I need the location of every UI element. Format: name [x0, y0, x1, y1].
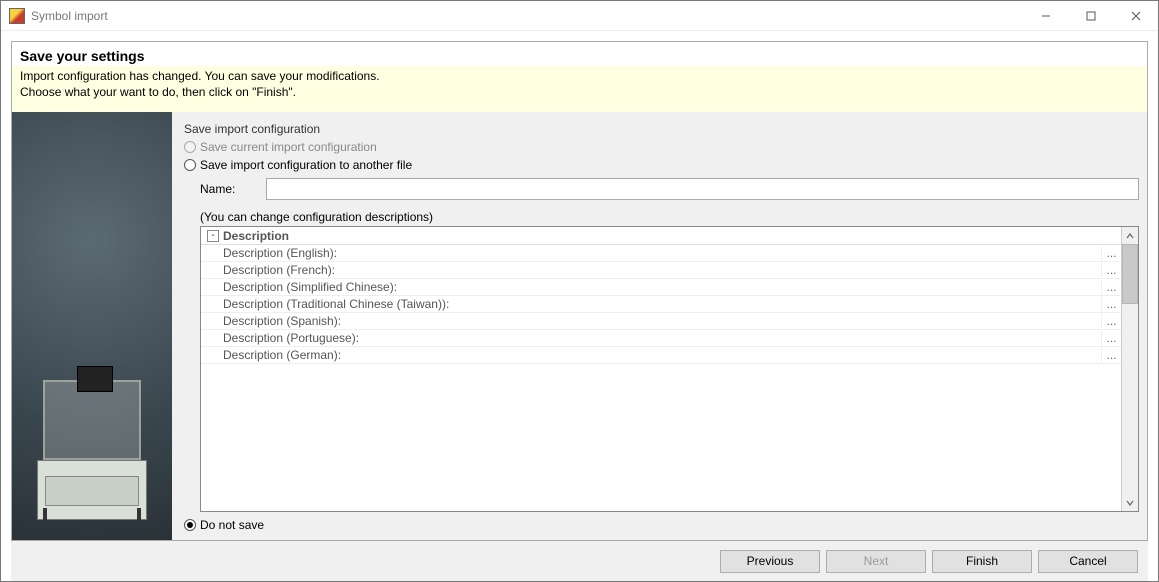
- page-message-line1: Import configuration has changed. You ca…: [20, 69, 380, 83]
- name-label: Name:: [200, 182, 258, 196]
- ellipsis-button[interactable]: ...: [1101, 246, 1121, 260]
- row-label: Description (Traditional Chinese (Taiwan…: [223, 297, 1101, 311]
- table-row[interactable]: Description (German): ...: [201, 347, 1121, 364]
- radio-save-current-label: Save current import configuration: [200, 140, 377, 154]
- table-row[interactable]: Description (Portuguese): ...: [201, 330, 1121, 347]
- chevron-up-icon: [1126, 232, 1134, 240]
- table-row[interactable]: Description (French): ...: [201, 262, 1121, 279]
- ellipsis-button[interactable]: ...: [1101, 297, 1121, 311]
- row-label: Description (Portuguese):: [223, 331, 1101, 345]
- titlebar: Symbol import: [1, 1, 1158, 31]
- chevron-down-icon: [1126, 499, 1134, 507]
- name-input[interactable]: [266, 178, 1139, 200]
- wizard-header: Save your settings Import configuration …: [11, 41, 1148, 112]
- app-icon: [9, 8, 25, 24]
- table-row[interactable]: Description (Traditional Chinese (Taiwan…: [201, 296, 1121, 313]
- row-label: Description (French):: [223, 263, 1101, 277]
- page-title: Save your settings: [12, 42, 1147, 66]
- main-split: Save import configuration Save current i…: [11, 112, 1148, 541]
- table-row[interactable]: Description (English): ...: [201, 245, 1121, 262]
- row-label: Description (English):: [223, 246, 1101, 260]
- ellipsis-button[interactable]: ...: [1101, 280, 1121, 294]
- next-button: Next: [826, 550, 926, 573]
- grid-header-row: - Description: [201, 227, 1121, 245]
- close-button[interactable]: [1113, 1, 1158, 30]
- row-label: Description (German):: [223, 348, 1101, 362]
- scroll-track[interactable]: [1122, 304, 1138, 494]
- form-area: Save import configuration Save current i…: [172, 112, 1147, 540]
- close-icon: [1131, 11, 1141, 21]
- page-message-line2: Choose what your want to do, then click …: [20, 85, 296, 99]
- radio-save-another-label: Save import configuration to another fil…: [200, 158, 412, 172]
- cancel-button[interactable]: Cancel: [1038, 550, 1138, 573]
- previous-button[interactable]: Previous: [720, 550, 820, 573]
- window-title: Symbol import: [31, 9, 1023, 23]
- maximize-button[interactable]: [1068, 1, 1113, 30]
- radio-do-not-save-label: Do not save: [200, 518, 264, 532]
- machine-illustration: [37, 370, 147, 520]
- scroll-down-button[interactable]: [1122, 494, 1138, 511]
- minimize-button[interactable]: [1023, 1, 1068, 30]
- page-message: Import configuration has changed. You ca…: [12, 66, 1147, 112]
- descriptions-grid: - Description Description (English): ...…: [200, 226, 1139, 512]
- content-area: Save your settings Import configuration …: [1, 31, 1158, 581]
- ellipsis-button[interactable]: ...: [1101, 331, 1121, 345]
- grid-rows: - Description Description (English): ...…: [201, 227, 1121, 511]
- row-label: Description (Spanish):: [223, 314, 1101, 328]
- row-label: Description (Simplified Chinese):: [223, 280, 1101, 294]
- radio-icon: [184, 141, 196, 153]
- tree-collapse-button[interactable]: -: [207, 230, 219, 242]
- radio-icon: [184, 519, 196, 531]
- dialog-window: Symbol import Save your settings Import …: [0, 0, 1159, 582]
- ellipsis-button[interactable]: ...: [1101, 314, 1121, 328]
- table-row[interactable]: Description (Spanish): ...: [201, 313, 1121, 330]
- grid-header-label: Description: [223, 229, 289, 243]
- scroll-thumb[interactable]: [1122, 244, 1138, 304]
- wizard-footer: Previous Next Finish Cancel: [11, 541, 1148, 581]
- radio-icon: [184, 159, 196, 171]
- ellipsis-button[interactable]: ...: [1101, 348, 1121, 362]
- table-row[interactable]: Description (Simplified Chinese): ...: [201, 279, 1121, 296]
- vertical-scrollbar[interactable]: [1121, 227, 1138, 511]
- scroll-up-button[interactable]: [1122, 227, 1138, 244]
- finish-button[interactable]: Finish: [932, 550, 1032, 573]
- name-row: Name:: [200, 178, 1139, 200]
- radio-do-not-save[interactable]: Do not save: [184, 518, 1139, 532]
- group-label: Save import configuration: [184, 122, 1139, 136]
- maximize-icon: [1086, 11, 1096, 21]
- ellipsis-button[interactable]: ...: [1101, 263, 1121, 277]
- minimize-icon: [1041, 11, 1051, 21]
- wizard-side-image: [12, 112, 172, 540]
- descriptions-hint: (You can change configuration descriptio…: [200, 210, 1139, 224]
- radio-save-another[interactable]: Save import configuration to another fil…: [184, 158, 1139, 172]
- radio-save-current: Save current import configuration: [184, 140, 1139, 154]
- window-controls: [1023, 1, 1158, 30]
